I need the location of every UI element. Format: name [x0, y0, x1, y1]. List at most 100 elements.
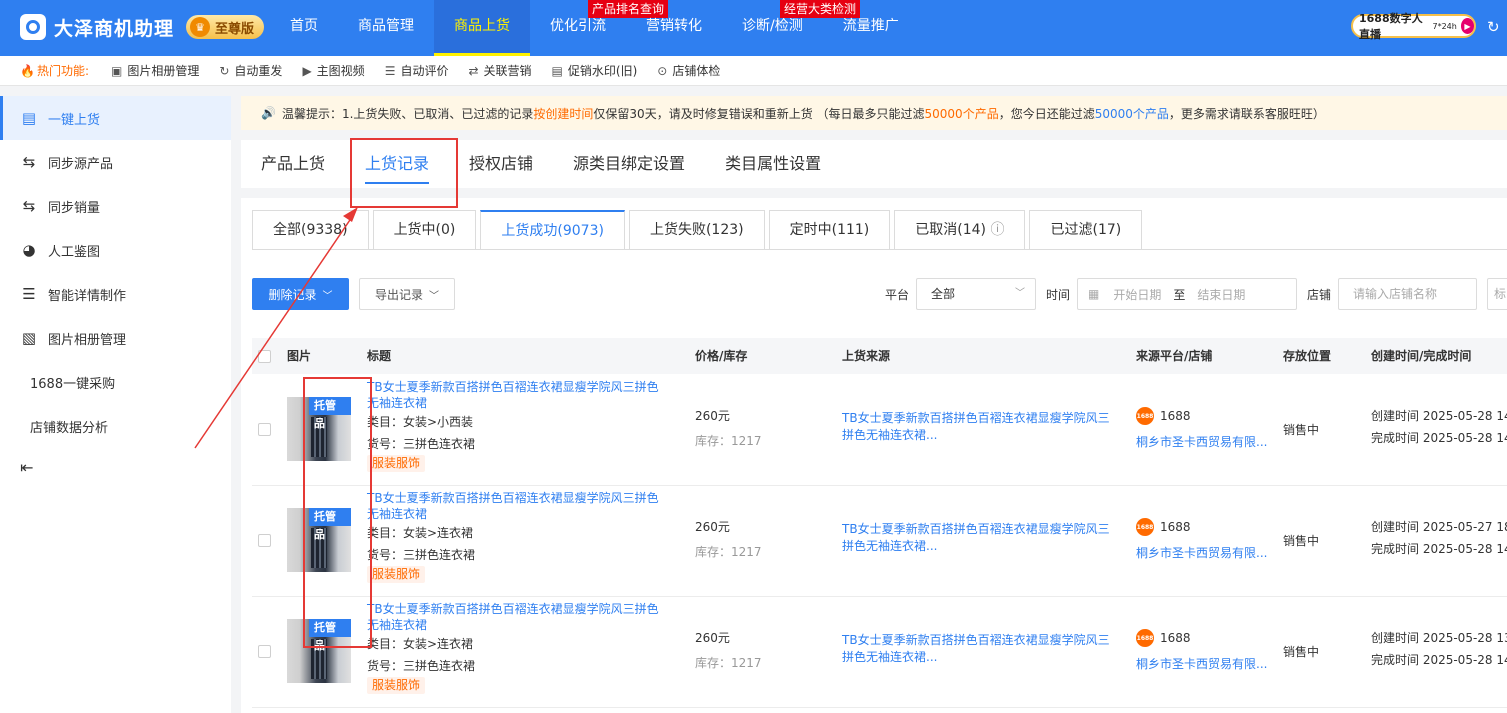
storage-location: 销售中 [1283, 534, 1320, 548]
refresh-icon: ↻ [219, 63, 230, 78]
magnifier-icon: ◕ [22, 241, 36, 259]
platform-1688-icon: 1688 [1136, 629, 1154, 647]
sidebar-item[interactable]: 店铺数据分析 [0, 404, 231, 448]
hot-item[interactable]: ▤ 促销水印(旧) [552, 62, 638, 79]
notice-mid2: ，您今日还能过滤 [998, 106, 1095, 121]
nav-item[interactable]: 商品管理 [338, 0, 434, 56]
hot-item[interactable]: ↻ 自动重发 [219, 62, 282, 79]
row-checkbox[interactable] [258, 645, 271, 658]
main-tab[interactable]: 源类目绑定设置 [553, 140, 705, 188]
annotation-tab-box [350, 138, 458, 208]
shop-link[interactable]: 桐乡市圣卡西贸易有限... [1136, 544, 1267, 561]
video-icon: ▶ [302, 63, 312, 78]
nav-item-label: 商品管理 [358, 18, 414, 34]
link-icon: ⇄ [468, 63, 479, 78]
status-tab[interactable]: 定时中(111) [768, 210, 891, 250]
help-icon[interactable]: ⓘ [986, 222, 1004, 238]
nav-item[interactable]: 流量推广 [823, 0, 919, 56]
hot-item[interactable]: ☰ 自动评价 [385, 62, 449, 79]
vip-badge[interactable]: ♛ 至尊版 [186, 15, 265, 39]
notice-bar: 🔊 温馨提示：1.上货失败、已取消、已过滤的记录 按创建时间 仅保留30天，请及… [241, 96, 1507, 130]
sidebar-item[interactable]: ◕ 人工鉴图 [0, 228, 231, 272]
hot-item[interactable]: ▣ 图片相册管理 [111, 62, 199, 79]
nav-item[interactable]: 商品上货 [434, 0, 530, 56]
product-title-link[interactable]: TB女士夏季新款百搭拼色百褶连衣裙显瘦学院风三拼色无袖连衣裙 [367, 379, 667, 411]
sync-icon: ⇆ [22, 153, 36, 171]
shop-link[interactable]: 桐乡市圣卡西贸易有限... [1136, 655, 1267, 672]
platform-1688-icon: 1688 [1136, 407, 1154, 425]
status-tabs-divider [252, 249, 1507, 250]
hot-items: ▣ 图片相册管理 ↻ 自动重发 ▶ 主图视频 ☰ 自动评价 ⇄ 关联营销 ▤ 促销水印(旧) ⊙ 店铺体检 [111, 62, 740, 79]
select-all-checkbox[interactable] [258, 350, 271, 363]
notice-suffix: ，更多需求请联系客服旺旺） [1168, 106, 1325, 121]
shop-link[interactable]: 桐乡市圣卡西贸易有限... [1136, 433, 1267, 450]
status-tab[interactable]: 上货中(0) [372, 210, 477, 250]
sidebar-item[interactable]: ⇆ 同步源产品 [0, 140, 231, 184]
status-tab[interactable]: 已取消(14) ⓘ [894, 210, 1026, 250]
play-icon: ▶ [1460, 18, 1474, 34]
sidebar-item[interactable]: ▧ 图片相册管理 [0, 316, 231, 360]
refresh-icon[interactable]: ↻ [1487, 18, 1500, 36]
upload-doc-icon: ▤ [21, 109, 37, 127]
check-icon: ⊙ [657, 63, 668, 78]
main-tab[interactable]: 类目属性设置 [705, 140, 841, 188]
status-tab[interactable]: 已过滤(17) [1029, 210, 1143, 250]
chevron-down-icon: ﹀ [322, 290, 333, 302]
stock: 库存：1217 [695, 656, 762, 670]
nav-item-label: 诊断/检测 [742, 18, 803, 34]
sidebar: ▤ 一键上货 ⇆ 同步源产品 ⇆ 同步销量 ◕ 人工鉴图 ☰ 智能详情制作 ▧ 图片相册管理 1688一… [0, 96, 231, 713]
status-tab[interactable]: 全部(9338) [252, 210, 369, 250]
created-time: 创建时间 2025-05-28 14:2 [1371, 409, 1507, 423]
source-link[interactable]: TB女士夏季新款百搭拼色百褶连衣裙显瘦学院风三拼色无袖连衣裙... [842, 521, 1114, 555]
sidebar-item[interactable]: ⇆ 同步销量 [0, 184, 231, 228]
hot-item[interactable]: ▶ 主图视频 [302, 62, 364, 79]
status-tab[interactable]: 上货失败(123) [628, 210, 765, 250]
main-tab[interactable]: 授权店铺 [449, 140, 553, 188]
source-link[interactable]: TB女士夏季新款百搭拼色百褶连衣裙显瘦学院风三拼色无袖连衣裙... [842, 632, 1114, 666]
export-records-button[interactable]: 导出记录 ﹀ [359, 278, 455, 310]
col-times: 创建时间/完成时间 [1371, 349, 1472, 363]
source-link[interactable]: TB女士夏季新款百搭拼色百褶连衣裙显瘦学院风三拼色无袖连衣裙... [842, 410, 1114, 444]
collapse-sidebar-icon[interactable]: ⇤ [20, 458, 33, 477]
col-title: 标题 [367, 349, 392, 363]
created-time: 创建时间 2025-05-28 13:5 [1371, 631, 1507, 645]
product-title-link[interactable]: TB女士夏季新款百搭拼色百褶连衣裙显瘦学院风三拼色无袖连衣裙 [367, 490, 667, 522]
hot-label: 🔥 热门功能: [20, 62, 89, 79]
nav-item[interactable]: 优化引流 产品排名查询 [530, 0, 669, 56]
finished-time: 完成时间 2025-05-28 14:2 [1371, 431, 1507, 445]
nav-item[interactable]: 诊断/检测 经营大类检测 [722, 0, 861, 56]
top-bar: 大泽商机助理 ♛ 至尊版 首页 商品管理 商品上货 优化引流 产品排名查询 营销转化 诊断/… [0, 0, 1507, 56]
row-checkbox[interactable] [258, 534, 271, 547]
nav-item[interactable]: 营销转化 [626, 0, 722, 56]
platform-select[interactable]: 全部 ﹀ [916, 278, 1036, 310]
sidebar-item[interactable]: ☰ 智能详情制作 [0, 272, 231, 316]
status-tab[interactable]: 上货成功(9073) [480, 210, 625, 250]
table-row: 托管品 TB女士夏季新款百搭拼色百褶连衣裙显瘦学院风三拼色无袖连衣裙 类目：女装>小… [252, 374, 1507, 486]
notice-highlight-remaining: 50000个产品 [1094, 106, 1169, 121]
product-category: 类目：女装>小西装 [367, 415, 474, 429]
hot-item-label: 店铺体检 [672, 64, 721, 78]
end-date-input[interactable]: 结束日期 [1197, 286, 1245, 303]
sidebar-item-label: 店铺数据分析 [30, 420, 109, 436]
hot-item-label: 图片相册管理 [127, 64, 200, 78]
row-checkbox[interactable] [258, 423, 271, 436]
status-tab-label: 已过滤(17) [1050, 222, 1122, 238]
hot-item-label: 主图视频 [316, 64, 365, 78]
extra-filter-input[interactable]: 标 [1487, 278, 1507, 310]
hot-item[interactable]: ⇄ 关联营销 [468, 62, 531, 79]
nav-item[interactable]: 首页 [270, 0, 338, 56]
delete-records-button[interactable]: 删除记录 ﹀ [252, 278, 349, 310]
live-stream-button[interactable]: 1688数字人直播 7*24h ▶ [1351, 12, 1476, 41]
brand[interactable]: 大泽商机助理 ♛ 至尊版 [20, 12, 265, 42]
sidebar-item[interactable]: 1688一键采购 [0, 360, 231, 404]
sidebar-item[interactable]: ▤ 一键上货 [0, 96, 231, 140]
date-range-picker[interactable]: ▦ 开始日期 至 结束日期 [1077, 278, 1297, 310]
image-icon: ▧ [21, 329, 37, 347]
main-tab[interactable]: 产品上货 [241, 140, 345, 188]
col-image: 图片 [287, 349, 312, 363]
product-title-link[interactable]: TB女士夏季新款百搭拼色百褶连衣裙显瘦学院风三拼色无袖连衣裙 [367, 601, 667, 633]
start-date-input[interactable]: 开始日期 [1113, 286, 1161, 303]
hot-item[interactable]: ⊙ 店铺体检 [657, 62, 720, 79]
shop-name-input[interactable]: 请输入店铺名称 [1338, 278, 1477, 310]
col-location: 存放位置 [1283, 349, 1332, 363]
